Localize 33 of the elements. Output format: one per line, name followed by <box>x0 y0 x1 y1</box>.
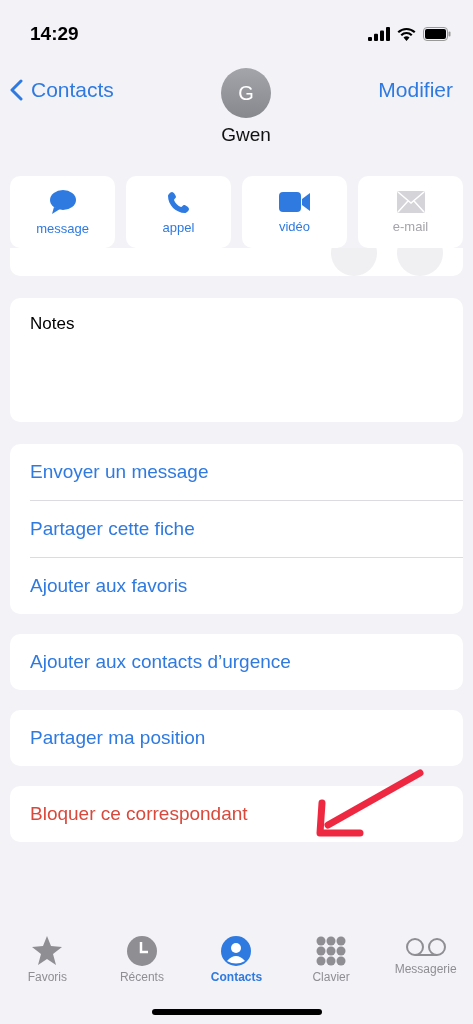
tab-item[interactable]: Messagerie <box>378 936 473 984</box>
action-row[interactable]: Envoyer un message <box>30 444 463 501</box>
action-button[interactable]: vidéo <box>242 176 347 248</box>
phone-icon <box>166 189 191 214</box>
action-row[interactable]: Partager ma position <box>30 710 463 766</box>
tab-item[interactable]: Clavier <box>283 936 379 984</box>
notes-label: Notes <box>30 314 75 333</box>
speech-bubble-icon <box>48 188 77 215</box>
tab-item[interactable]: Favoris <box>0 936 95 984</box>
back-link[interactable]: Contacts <box>10 78 114 102</box>
edit-link[interactable]: Modifier <box>378 78 453 102</box>
action-button[interactable]: appel <box>126 176 231 248</box>
action-row[interactable]: Partager cette fiche <box>30 501 463 558</box>
battery-icon <box>423 27 451 41</box>
wifi-icon <box>397 27 416 41</box>
person-icon <box>221 936 252 966</box>
clock-icon <box>126 936 157 966</box>
action-row[interactable]: Ajouter aux favoris <box>30 558 463 614</box>
contact-name: Gwen <box>221 124 271 146</box>
voicemail-icon <box>403 936 448 958</box>
signal-icon <box>368 27 390 41</box>
status-time: 14:29 <box>30 23 79 45</box>
action-row[interactable]: Ajouter aux contacts d’urgence <box>30 634 463 690</box>
tab-item[interactable]: Récents <box>94 936 190 984</box>
envelope-icon <box>396 190 425 213</box>
video-camera-icon <box>278 190 311 213</box>
contact-avatar: G <box>221 68 272 118</box>
tab-item[interactable]: Contacts <box>189 936 284 984</box>
action-button[interactable]: message <box>10 176 115 248</box>
keypad-icon <box>316 936 347 966</box>
action-row[interactable]: Bloquer ce correspondant <box>30 786 463 842</box>
chevron-left-icon <box>10 79 23 101</box>
star-icon <box>31 936 64 966</box>
